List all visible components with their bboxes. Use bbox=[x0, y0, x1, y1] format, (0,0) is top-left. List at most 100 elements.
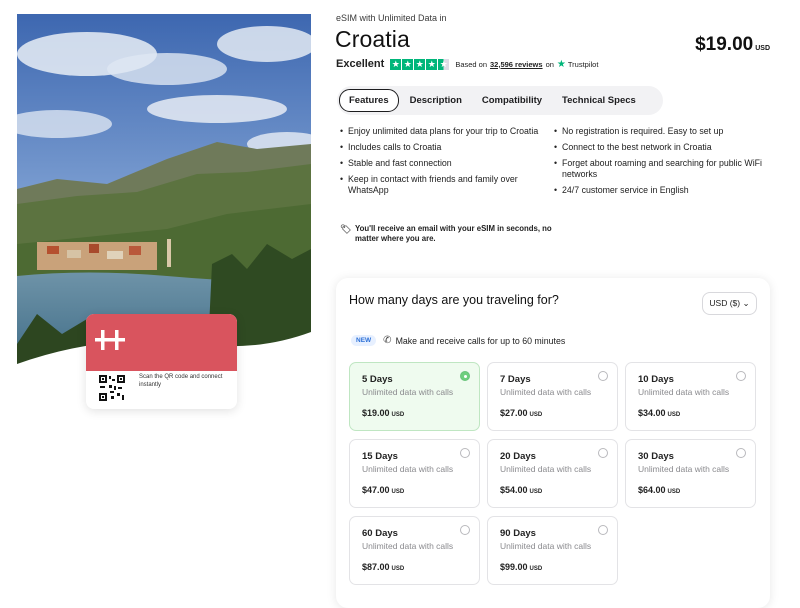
plan-days: 90 Days bbox=[500, 528, 536, 539]
currency-value: USD ($) bbox=[709, 298, 741, 308]
plan-card-30-days[interactable]: 30 Days Unlimited data with calls $64.00… bbox=[625, 439, 756, 508]
plan-days: 60 Days bbox=[362, 528, 398, 539]
plan-price-currency: USD bbox=[529, 489, 543, 495]
esim-card: Scan the QR code and connect instantly bbox=[86, 314, 237, 409]
calls-info: NEW ✆ Make and receive calls for up to 6… bbox=[351, 335, 565, 346]
review-count-link[interactable]: 32,596 reviews bbox=[490, 60, 543, 69]
rating-based-on: Based on bbox=[455, 59, 488, 69]
plan-description: Unlimited data with calls bbox=[362, 464, 454, 474]
plan-card-20-days[interactable]: 20 Days Unlimited data with calls $54.00… bbox=[487, 439, 618, 508]
plan-price-currency: USD bbox=[391, 566, 405, 572]
plan-radio[interactable] bbox=[598, 525, 608, 535]
star-icon: ★ bbox=[414, 58, 426, 70]
tab-technical-specs[interactable]: Technical Specs bbox=[553, 90, 645, 111]
plan-price-value: $19.00 bbox=[362, 408, 390, 418]
email-note-text: You'll receive an email with your eSIM i… bbox=[355, 224, 552, 243]
plan-description: Unlimited data with calls bbox=[362, 387, 454, 397]
chevron-down-icon: ⌄ bbox=[742, 298, 750, 308]
plan-price-value: $87.00 bbox=[362, 562, 390, 572]
trustpilot-rating: Excellent ★ ★ ★ ★ ★ Based on 32,596 revi… bbox=[336, 58, 598, 70]
plan-description: Unlimited data with calls bbox=[500, 464, 592, 474]
plan-radio[interactable] bbox=[460, 448, 470, 458]
plan-description: Unlimited data with calls bbox=[362, 541, 454, 551]
esim-card-header bbox=[86, 314, 237, 371]
plan-card-7-days[interactable]: 7 Days Unlimited data with calls $27.00 U… bbox=[487, 362, 618, 431]
plan-price: $64.00 USD bbox=[638, 485, 680, 495]
calls-text: Make and receive calls for up to 60 minu… bbox=[395, 335, 566, 346]
plan-price: $47.00 USD bbox=[362, 485, 404, 495]
feature-item: Includes calls to Croatia bbox=[340, 142, 540, 153]
holafly-logo-icon bbox=[95, 330, 125, 350]
features-list-right: No registration is required. Easy to set… bbox=[554, 126, 764, 201]
plan-days: 30 Days bbox=[638, 451, 674, 462]
feature-item: Connect to the best network in Croatia bbox=[554, 142, 764, 153]
plan-price-currency: USD bbox=[667, 412, 681, 418]
plan-days: 7 Days bbox=[500, 374, 531, 385]
plan-price: $54.00 USD bbox=[500, 485, 542, 495]
rating-on: on bbox=[545, 59, 554, 69]
tab-features[interactable]: Features bbox=[339, 89, 399, 112]
scan-instructions: Scan the QR code and connect instantly bbox=[139, 374, 223, 388]
rating-label: Excellent bbox=[336, 58, 385, 70]
star-icon: ★ bbox=[426, 58, 438, 70]
tab-description[interactable]: Description bbox=[401, 90, 471, 111]
phone-icon: ✆ bbox=[383, 335, 392, 346]
plan-price-value: $34.00 bbox=[638, 408, 666, 418]
plan-radio[interactable] bbox=[460, 525, 470, 535]
plan-price: $27.00 USD bbox=[500, 408, 542, 418]
plan-description: Unlimited data with calls bbox=[638, 464, 730, 474]
plan-price: $87.00 USD bbox=[362, 562, 404, 572]
features-list-left: Enjoy unlimited data plans for your trip… bbox=[340, 126, 540, 201]
product-price: $19.00 USD bbox=[695, 34, 770, 56]
plan-radio[interactable] bbox=[598, 371, 608, 381]
plan-radio[interactable] bbox=[736, 371, 746, 381]
plan-radio[interactable] bbox=[598, 448, 608, 458]
feature-item: Stable and fast connection bbox=[340, 158, 540, 169]
plan-card-60-days[interactable]: 60 Days Unlimited data with calls $87.00… bbox=[349, 516, 480, 585]
plan-price-currency: USD bbox=[391, 489, 405, 495]
plan-radio[interactable] bbox=[460, 371, 470, 381]
plan-price: $99.00 USD bbox=[500, 562, 542, 572]
currency-selector[interactable]: USD ($) ⌄ bbox=[702, 292, 757, 315]
plan-days: 5 Days bbox=[362, 374, 393, 385]
days-selection-panel: How many days are you traveling for? USD… bbox=[336, 278, 770, 608]
rating-stars: ★ ★ ★ ★ ★ bbox=[390, 58, 450, 70]
plan-price-currency: USD bbox=[529, 566, 543, 572]
plan-card-15-days[interactable]: 15 Days Unlimited data with calls $47.00… bbox=[349, 439, 480, 508]
tab-compatibility[interactable]: Compatibility bbox=[473, 90, 551, 111]
plan-price-value: $54.00 bbox=[500, 485, 528, 495]
product-eyebrow: eSIM with Unlimited Data in bbox=[336, 13, 447, 23]
page-title: Croatia bbox=[335, 26, 410, 52]
feature-item: Enjoy unlimited data plans for your trip… bbox=[340, 126, 540, 137]
star-icon: ★ bbox=[390, 58, 402, 70]
price-currency: USD bbox=[755, 45, 770, 52]
plan-price-currency: USD bbox=[667, 489, 681, 495]
plan-card-90-days[interactable]: 90 Days Unlimited data with calls $99.00… bbox=[487, 516, 618, 585]
feature-item: Forget about roaming and searching for p… bbox=[554, 158, 764, 180]
tag-icon: 🏷︎ bbox=[340, 224, 352, 234]
plan-price-value: $64.00 bbox=[638, 485, 666, 495]
plan-price-value: $99.00 bbox=[500, 562, 528, 572]
trustpilot-label: Trustpilot bbox=[567, 59, 599, 69]
product-tabs: Features Description Compatibility Techn… bbox=[337, 86, 663, 115]
feature-item: Keep in contact with friends and family … bbox=[340, 174, 540, 196]
days-panel-title: How many days are you traveling for? bbox=[349, 293, 559, 307]
new-badge: NEW bbox=[351, 335, 377, 346]
plan-description: Unlimited data with calls bbox=[500, 541, 592, 551]
plan-card-5-days[interactable]: 5 Days Unlimited data with calls $19.00 U… bbox=[349, 362, 480, 431]
feature-item: 24/7 customer service in English bbox=[554, 185, 764, 196]
plan-days: 20 Days bbox=[500, 451, 536, 462]
plan-price-currency: USD bbox=[391, 412, 405, 418]
plan-price-currency: USD bbox=[529, 412, 543, 418]
plan-description: Unlimited data with calls bbox=[638, 387, 730, 397]
plan-description: Unlimited data with calls bbox=[500, 387, 592, 397]
plan-days: 10 Days bbox=[638, 374, 674, 385]
plan-days: 15 Days bbox=[362, 451, 398, 462]
email-note: 🏷︎ You'll receive an email with your eSI… bbox=[340, 224, 555, 244]
plan-price: $34.00 USD bbox=[638, 408, 680, 418]
plan-card-10-days[interactable]: 10 Days Unlimited data with calls $34.00… bbox=[625, 362, 756, 431]
plan-radio[interactable] bbox=[736, 448, 746, 458]
feature-item: No registration is required. Easy to set… bbox=[554, 126, 764, 137]
plan-price-value: $27.00 bbox=[500, 408, 528, 418]
qr-code-icon bbox=[99, 375, 125, 401]
